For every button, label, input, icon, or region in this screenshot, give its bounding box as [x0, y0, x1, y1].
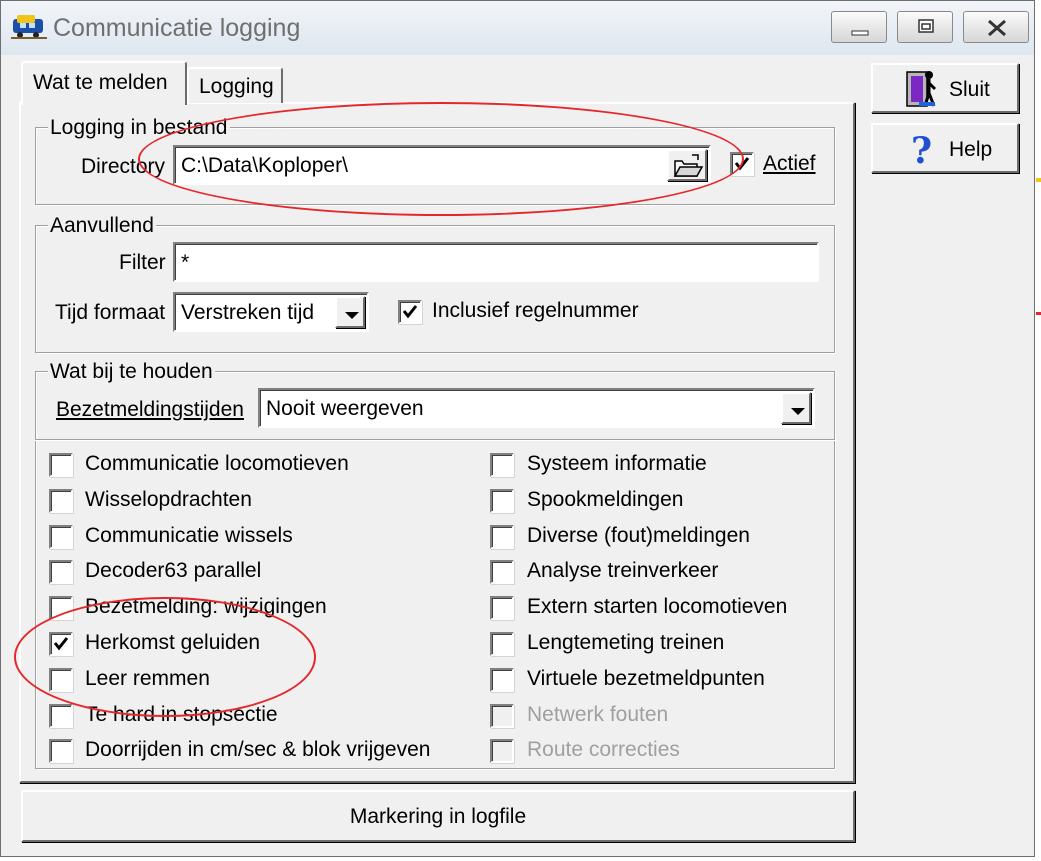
option-label[interactable]: Herkomst geluiden [85, 631, 260, 655]
background-marker [1036, 312, 1041, 315]
option-checkbox[interactable] [49, 453, 73, 477]
option-checkbox[interactable] [49, 632, 73, 656]
option-checkbox[interactable] [490, 739, 514, 764]
option-checkbox[interactable] [49, 596, 73, 621]
option-label[interactable]: Extern starten locomotieven [527, 595, 787, 619]
option-label[interactable]: Spookmeldingen [527, 488, 683, 512]
option-label[interactable]: Diverse (fout)meldingen [527, 524, 750, 548]
option-label[interactable]: Decoder63 parallel [85, 559, 261, 583]
bezetmeldingstijden-select[interactable]: Nooit weergeven [258, 388, 815, 428]
checkmark-icon [402, 305, 418, 319]
browse-folder-button[interactable] [667, 149, 707, 181]
window-title: Communicatie logging [53, 14, 301, 42]
option-checkbox[interactable] [49, 524, 73, 549]
actief-label[interactable]: Actief [763, 152, 816, 176]
option-label[interactable]: Communicatie locomotieven [85, 452, 349, 476]
aanvullend-legend: Aanvullend [48, 214, 156, 238]
actief-checkbox[interactable] [730, 152, 754, 176]
option-label[interactable]: Te hard in stopsectie [85, 703, 278, 727]
option-label[interactable]: Analyse treinverkeer [527, 559, 718, 583]
option-checkbox[interactable] [490, 524, 514, 549]
checkmark-icon [53, 637, 69, 651]
sluit-button[interactable]: Sluit [871, 63, 1019, 113]
wat-bij-te-houden-legend: Wat bij te houden [48, 360, 215, 384]
option-label[interactable]: Lengtemeting treinen [527, 631, 724, 655]
minimize-icon [851, 30, 869, 36]
option-label[interactable]: Wisselopdrachten [85, 488, 252, 512]
option-checkbox[interactable] [490, 453, 514, 477]
markering-in-logfile-label: Markering in logfile [349, 805, 527, 828]
bezetmeldingstijden-label: Bezetmeldingstijden [56, 398, 244, 421]
option-label[interactable]: Route correcties [527, 738, 680, 762]
option-checkbox[interactable] [490, 667, 514, 692]
help-button[interactable]: ? Help [871, 123, 1019, 173]
tijd-formaat-dropdown-button[interactable] [335, 296, 365, 328]
option-label[interactable]: Communicatie wissels [85, 524, 293, 548]
title-bar[interactable]: Communicatie logging [1, 1, 1034, 55]
communicatie-logging-window: Communicatie logging Logging Wat te meld… [0, 0, 1035, 857]
option-checkbox[interactable] [49, 739, 73, 764]
tijd-formaat-select[interactable]: Verstreken tijd [173, 292, 369, 332]
restore-icon [918, 19, 934, 33]
tijd-formaat-value: Verstreken tijd [181, 301, 315, 324]
svg-text:?: ? [911, 130, 932, 171]
help-icon: ? [911, 130, 932, 171]
directory-label: Directory [81, 155, 166, 178]
option-label[interactable]: Systeem informatie [527, 452, 707, 476]
train-app-icon [11, 15, 47, 39]
inclusief-regelnummer-label[interactable]: Inclusief regelnummer [432, 299, 639, 323]
tijd-formaat-label: Tijd formaat [55, 301, 166, 324]
open-folder-icon [673, 154, 704, 177]
tab-logging-label: Logging [199, 75, 274, 98]
option-checkbox[interactable] [49, 488, 73, 513]
directory-field[interactable]: C:\Data\Koploper\ [173, 145, 711, 185]
close-icon [988, 19, 1006, 37]
option-checkbox[interactable] [490, 703, 514, 728]
filter-value: * [181, 251, 190, 274]
option-checkbox[interactable] [49, 560, 73, 585]
restore-button[interactable] [897, 11, 953, 43]
options-separator [35, 439, 835, 441]
option-label[interactable]: Netwerk fouten [527, 703, 668, 727]
help-label: Help [949, 138, 993, 161]
inclusief-regelnummer-checkbox[interactable] [398, 300, 422, 324]
bezetmeldingstijden-dropdown-button[interactable] [781, 392, 811, 424]
option-checkbox[interactable] [490, 596, 514, 621]
option-checkbox[interactable] [490, 488, 514, 513]
tab-wat-te-melden[interactable]: Wat te melden [21, 61, 187, 105]
exit-door-icon [906, 71, 937, 107]
option-label[interactable]: Bezetmelding: wijzigingen [85, 595, 327, 619]
option-label[interactable]: Virtuele bezetmeldpunten [527, 667, 765, 691]
background-strip [1035, 0, 1041, 861]
bezetmeldingstijden-value: Nooit weergeven [266, 397, 424, 420]
directory-value: C:\Data\Koploper\ [181, 154, 348, 177]
option-checkbox[interactable] [490, 560, 514, 585]
minimize-button[interactable] [831, 11, 887, 43]
chevron-down-icon [791, 408, 805, 415]
option-checkbox[interactable] [49, 667, 73, 692]
tab-logging[interactable]: Logging [187, 67, 283, 103]
sluit-label: Sluit [949, 78, 990, 101]
option-checkbox[interactable] [490, 632, 514, 656]
tab-wat-te-melden-label: Wat te melden [33, 71, 168, 94]
markering-in-logfile-button[interactable]: Markering in logfile [21, 790, 855, 842]
chevron-down-icon [345, 312, 359, 319]
option-label[interactable]: Doorrijden in cm/sec & blok vrijgeven [85, 738, 430, 762]
filter-input[interactable]: * [173, 242, 819, 282]
option-label[interactable]: Leer remmen [85, 667, 210, 691]
filter-label: Filter [119, 251, 166, 274]
option-checkbox[interactable] [49, 703, 73, 728]
close-window-button[interactable] [963, 11, 1029, 43]
logging-in-bestand-legend: Logging in bestand [48, 116, 230, 140]
checkmark-icon [734, 157, 750, 171]
background-marker [1036, 178, 1041, 182]
